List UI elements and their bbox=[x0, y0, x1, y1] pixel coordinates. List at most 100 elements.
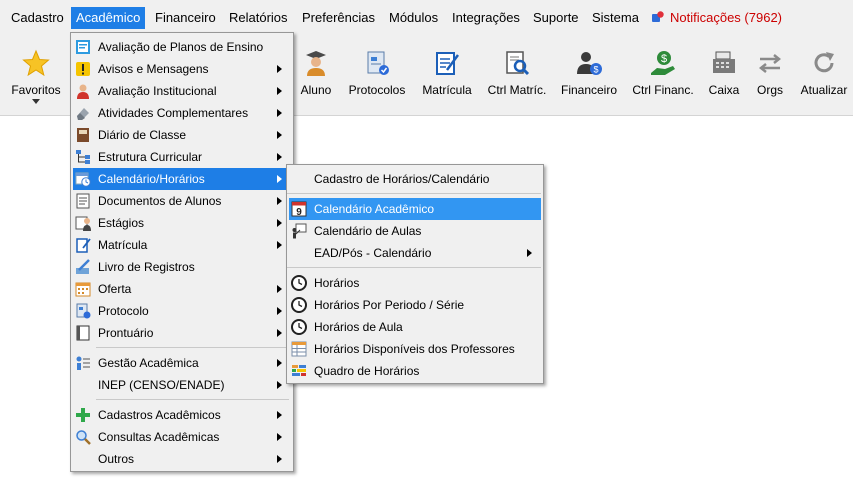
submenu-item-calendario-academico[interactable]: 9 Calendário Acadêmico bbox=[289, 198, 541, 220]
orgs-label: Orgs bbox=[756, 83, 783, 97]
clock-icon bbox=[291, 275, 307, 291]
internship-icon bbox=[75, 216, 91, 231]
menu-separator bbox=[287, 267, 541, 268]
menu-financeiro[interactable]: Financeiro bbox=[150, 7, 221, 29]
matricula-button[interactable]: Matrícula bbox=[418, 37, 476, 115]
menu-modulos[interactable]: Módulos bbox=[384, 7, 443, 29]
notification-icon bbox=[652, 11, 664, 22]
calendar-grid-icon bbox=[75, 282, 91, 297]
notifications-link[interactable]: Notificações (7962) bbox=[652, 7, 782, 29]
menu-item-matricula[interactable]: Matrícula bbox=[73, 234, 291, 256]
menu-item-label: Calendário/Horários bbox=[98, 172, 205, 186]
menu-item-consultas-academicas[interactable]: Consultas Acadêmicas bbox=[73, 426, 291, 448]
financeiro-button[interactable]: $ Financeiro bbox=[558, 37, 620, 115]
menu-item-label: Avaliação Institucional bbox=[98, 84, 217, 98]
menu-item-calendario-horarios[interactable]: Calendário/Horários bbox=[73, 168, 291, 190]
chevron-right-icon bbox=[277, 153, 282, 161]
menu-item-estagios[interactable]: Estágios bbox=[73, 212, 291, 234]
menu-item-label: Livro de Registros bbox=[98, 260, 195, 274]
submenu-item-horarios-professores[interactable]: Horários Disponíveis dos Professores bbox=[289, 338, 541, 360]
menu-academico[interactable]: Acadêmico bbox=[71, 7, 146, 29]
menu-item-avaliacao-planos[interactable]: Avaliação de Planos de Ensino bbox=[73, 36, 291, 58]
submenu-item-horarios-periodo[interactable]: Horários Por Periodo / Série bbox=[289, 294, 541, 316]
menu-item-label: Atividades Complementares bbox=[98, 106, 249, 120]
favoritos-button[interactable]: Favoritos bbox=[6, 37, 66, 115]
chevron-right-icon bbox=[277, 433, 282, 441]
favoritos-label: Favoritos bbox=[11, 83, 61, 97]
menu-item-estrutura[interactable]: Estrutura Curricular bbox=[73, 146, 291, 168]
menu-item-outros[interactable]: Outros bbox=[73, 448, 291, 470]
table-icon bbox=[291, 341, 307, 357]
menu-separator bbox=[287, 193, 541, 194]
submenu-item-label: Horários bbox=[314, 276, 360, 290]
submenu-item-label: Cadastro de Horários/Calendário bbox=[314, 172, 490, 186]
chevron-right-icon bbox=[277, 65, 282, 73]
orgs-button[interactable]: Orgs bbox=[752, 37, 788, 115]
menu-item-documentos[interactable]: Documentos de Alunos bbox=[73, 190, 291, 212]
aluno-button[interactable]: Aluno bbox=[296, 37, 336, 115]
document-icon bbox=[76, 193, 90, 209]
protocol-icon bbox=[76, 303, 91, 319]
menu-relatorios[interactable]: Relatórios bbox=[224, 7, 293, 29]
menu-suporte[interactable]: Suporte bbox=[528, 7, 584, 29]
submenu-item-label: Horários de Aula bbox=[314, 320, 403, 334]
menu-item-protocolo[interactable]: Protocolo bbox=[73, 300, 291, 322]
menu-item-atividades[interactable]: Atividades Complementares bbox=[73, 102, 291, 124]
menu-item-oferta[interactable]: Oferta bbox=[73, 278, 291, 300]
submenu-item-quadro-horarios[interactable]: Quadro de Horários bbox=[289, 360, 541, 382]
submenu-item-label: Quadro de Horários bbox=[314, 364, 420, 378]
svg-text:$: $ bbox=[593, 65, 598, 75]
protocol-icon bbox=[367, 51, 389, 75]
atualizar-button[interactable]: Atualizar bbox=[796, 37, 852, 115]
caixa-label: Caixa bbox=[708, 83, 740, 97]
submenu-item-horarios-aula[interactable]: Horários de Aula bbox=[289, 316, 541, 338]
protocolos-button[interactable]: Protocolos bbox=[344, 37, 410, 115]
matricula-label: Matrícula bbox=[422, 83, 472, 97]
chevron-right-icon bbox=[277, 131, 282, 139]
submenu-item-cadastro-horarios[interactable]: Cadastro de Horários/Calendário bbox=[289, 168, 541, 190]
menu-integracoes[interactable]: Integrações bbox=[447, 7, 525, 29]
menu-preferencias[interactable]: Preferências bbox=[297, 7, 380, 29]
academico-dropdown: Avaliação de Planos de Ensino Avisos e M… bbox=[70, 32, 294, 472]
search-document-icon bbox=[506, 51, 530, 76]
chevron-right-icon bbox=[277, 241, 282, 249]
submenu-item-label: EAD/Pós - Calendário bbox=[314, 246, 432, 260]
menu-item-label: Protocolo bbox=[98, 304, 149, 318]
caixa-button[interactable]: Caixa bbox=[704, 37, 744, 115]
menu-cadastro[interactable]: Cadastro bbox=[6, 7, 69, 29]
ctrl-matric-button[interactable]: Ctrl Matríc. bbox=[484, 37, 550, 115]
menu-sistema[interactable]: Sistema bbox=[587, 7, 644, 29]
notebook-icon bbox=[77, 128, 89, 142]
notifications-label: Notificações (7962) bbox=[670, 10, 782, 25]
chevron-right-icon bbox=[527, 249, 532, 257]
submenu-item-label: Calendário de Aulas bbox=[314, 224, 422, 238]
submenu-item-horarios[interactable]: Horários bbox=[289, 272, 541, 294]
menu-item-avisos[interactable]: Avisos e Mensagens bbox=[73, 58, 291, 80]
menu-item-label: Estrutura Curricular bbox=[98, 150, 203, 164]
money-hand-icon: $ bbox=[651, 51, 675, 75]
submenu-item-calendario-aulas[interactable]: Calendário de Aulas bbox=[289, 220, 541, 242]
submenu-item-ead-pos[interactable]: EAD/Pós - Calendário bbox=[289, 242, 541, 264]
svg-text:$: $ bbox=[661, 53, 667, 65]
financeiro-label: Financeiro bbox=[560, 83, 618, 97]
hierarchy-icon bbox=[76, 150, 90, 164]
warning-icon bbox=[76, 62, 90, 76]
menu-item-diario[interactable]: Diário de Classe bbox=[73, 124, 291, 146]
menu-item-inep[interactable]: INEP (CENSO/ENADE) bbox=[73, 374, 291, 396]
cash-register-icon bbox=[713, 51, 735, 73]
ctrl-financ-button[interactable]: $ Ctrl Financ. bbox=[628, 37, 698, 115]
chevron-right-icon bbox=[277, 411, 282, 419]
eraser-icon bbox=[77, 108, 89, 120]
menu-item-livro-registros[interactable]: Livro de Registros bbox=[73, 256, 291, 278]
menu-item-avaliacao-institucional[interactable]: Avaliação Institucional bbox=[73, 80, 291, 102]
menu-separator bbox=[96, 399, 289, 400]
menu-item-prontuario[interactable]: Prontuário bbox=[73, 322, 291, 344]
refresh-icon bbox=[814, 52, 834, 73]
pen-icon bbox=[76, 259, 90, 274]
plus-icon bbox=[76, 408, 90, 422]
menu-item-cadastros-academicos[interactable]: Cadastros Acadêmicos bbox=[73, 404, 291, 426]
teacher-board-icon bbox=[292, 223, 307, 239]
menu-item-gestao[interactable]: Gestão Acadêmica bbox=[73, 352, 291, 374]
menu-item-label: Prontuário bbox=[98, 326, 154, 340]
svg-text:9: 9 bbox=[296, 207, 302, 217]
